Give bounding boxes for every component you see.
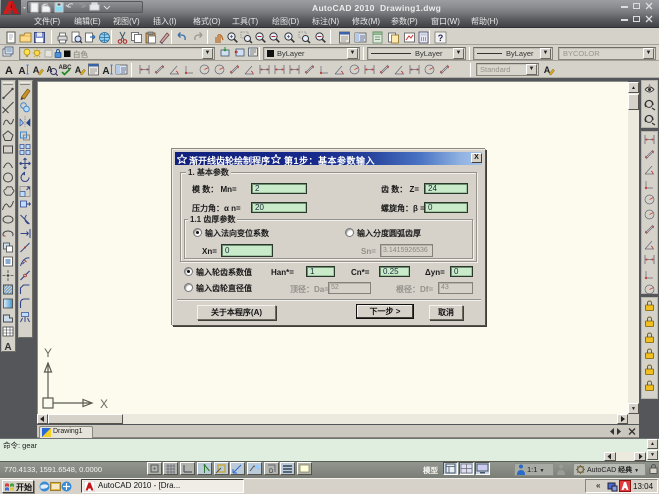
svg-text:A: A xyxy=(5,65,13,76)
svg-text:X: X xyxy=(100,397,108,410)
svg-text:?: ? xyxy=(438,33,444,43)
svg-text:Y: Y xyxy=(44,346,52,360)
svg-text:A: A xyxy=(102,66,109,76)
svg-text:A: A xyxy=(18,66,25,76)
svg-text:A: A xyxy=(4,342,11,352)
svg-text:D: D xyxy=(269,469,274,475)
svg-text:ABC: ABC xyxy=(59,65,72,71)
